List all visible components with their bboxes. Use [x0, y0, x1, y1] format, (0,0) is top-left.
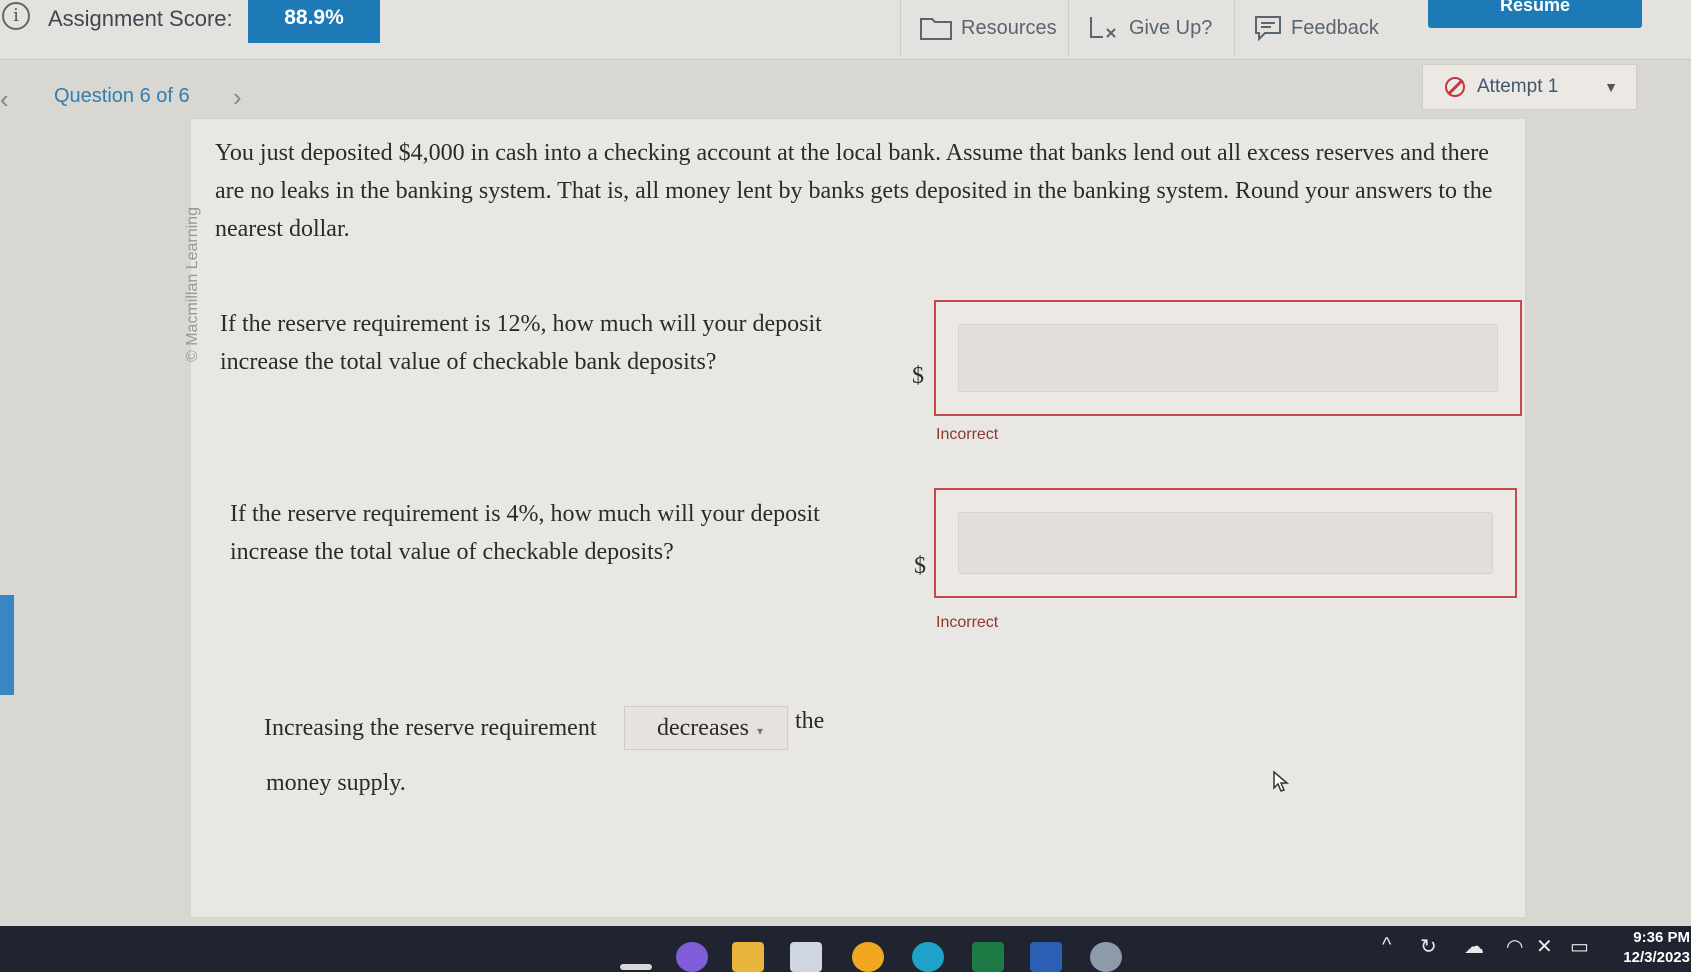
currency-symbol-1: $	[912, 363, 924, 389]
question-intro: You just deposited $4,000 in cash into a…	[215, 140, 1493, 242]
word-icon[interactable]	[1030, 942, 1062, 972]
taskbar-app-icon[interactable]	[676, 942, 708, 972]
give-up-label: Give Up?	[1129, 16, 1213, 39]
clock-time: 9:36 PM	[1633, 929, 1690, 946]
info-icon[interactable]: i	[2, 2, 30, 30]
left-scroll-accent	[0, 595, 14, 695]
file-explorer-icon[interactable]	[732, 942, 764, 972]
resume-button[interactable]: Resume	[1428, 0, 1642, 28]
currency-symbol-2: $	[914, 553, 926, 579]
attempt-dropdown[interactable]: Attempt 1 ▼	[1422, 64, 1637, 110]
mouse-cursor-icon	[1273, 770, 1290, 792]
answer-input-1[interactable]	[958, 324, 1498, 392]
taskbar-app-icon[interactable]	[790, 942, 822, 972]
question-counter[interactable]: Question 6 of 6	[54, 85, 190, 108]
resources-label: Resources	[961, 16, 1057, 39]
feedback-label: Feedback	[1291, 16, 1379, 39]
settings-gear-icon[interactable]	[1090, 942, 1122, 972]
chrome-icon[interactable]	[852, 942, 884, 972]
answer-status-2: Incorrect	[936, 614, 999, 631]
resources-button[interactable]: Resources	[900, 0, 1068, 56]
excel-icon[interactable]	[972, 942, 1004, 972]
fill-in-sentence-end: money supply.	[266, 770, 406, 796]
assignment-header: i Assignment Score: 88.9% Resources Give…	[0, 0, 1691, 60]
fill-in-sentence-middle: the	[795, 708, 825, 734]
answer-input-2[interactable]	[958, 512, 1493, 574]
fill-in-sentence-start: Increasing the reserve requirement	[264, 715, 597, 741]
chevron-down-icon: ▾	[756, 723, 763, 738]
next-question-chevron-icon[interactable]: ›	[233, 82, 242, 113]
give-up-icon	[1090, 17, 1116, 38]
caret-down-icon: ▼	[1604, 79, 1618, 95]
cloud-icon[interactable]: ☁	[1464, 934, 1484, 959]
taskbar-app-icon[interactable]	[620, 964, 652, 970]
question-prompt-2: If the reserve requirement is 4%, how mu…	[230, 501, 820, 565]
answer-box-2	[934, 488, 1517, 598]
feedback-icon	[1255, 16, 1281, 41]
folder-icon	[920, 18, 952, 40]
give-up-button[interactable]: Give Up?	[1068, 0, 1234, 56]
chevron-up-icon[interactable]: ^	[1382, 934, 1391, 957]
previous-question-chevron-icon[interactable]: ‹	[0, 84, 18, 114]
attempt-label: Attempt 1	[1477, 76, 1559, 97]
os-taskbar	[0, 926, 1691, 972]
incorrect-ban-icon	[1445, 77, 1465, 97]
edge-icon[interactable]	[912, 942, 944, 972]
feedback-button[interactable]: Feedback	[1234, 0, 1414, 56]
question-prompt-1: If the reserve requirement is 12%, how m…	[220, 311, 822, 375]
effect-select-value: decreases	[657, 714, 749, 741]
wifi-icon[interactable]: ◠	[1506, 934, 1523, 959]
effect-select[interactable]: decreases ▾	[624, 706, 788, 750]
assignment-score-label: Assignment Score:	[48, 6, 233, 31]
answer-box-1	[934, 300, 1522, 416]
volume-muted-icon[interactable]: ✕	[1536, 934, 1553, 959]
answer-status-1: Incorrect	[936, 426, 999, 443]
system-clock[interactable]: 9:36 PM 12/3/2023	[1606, 928, 1690, 968]
sync-icon[interactable]: ↻	[1420, 934, 1437, 959]
assignment-score-badge: 88.9%	[248, 0, 380, 43]
clock-date: 12/3/2023	[1623, 949, 1690, 966]
battery-icon[interactable]: ▭	[1570, 934, 1589, 959]
publisher-watermark: © Macmillan Learning	[184, 207, 201, 362]
